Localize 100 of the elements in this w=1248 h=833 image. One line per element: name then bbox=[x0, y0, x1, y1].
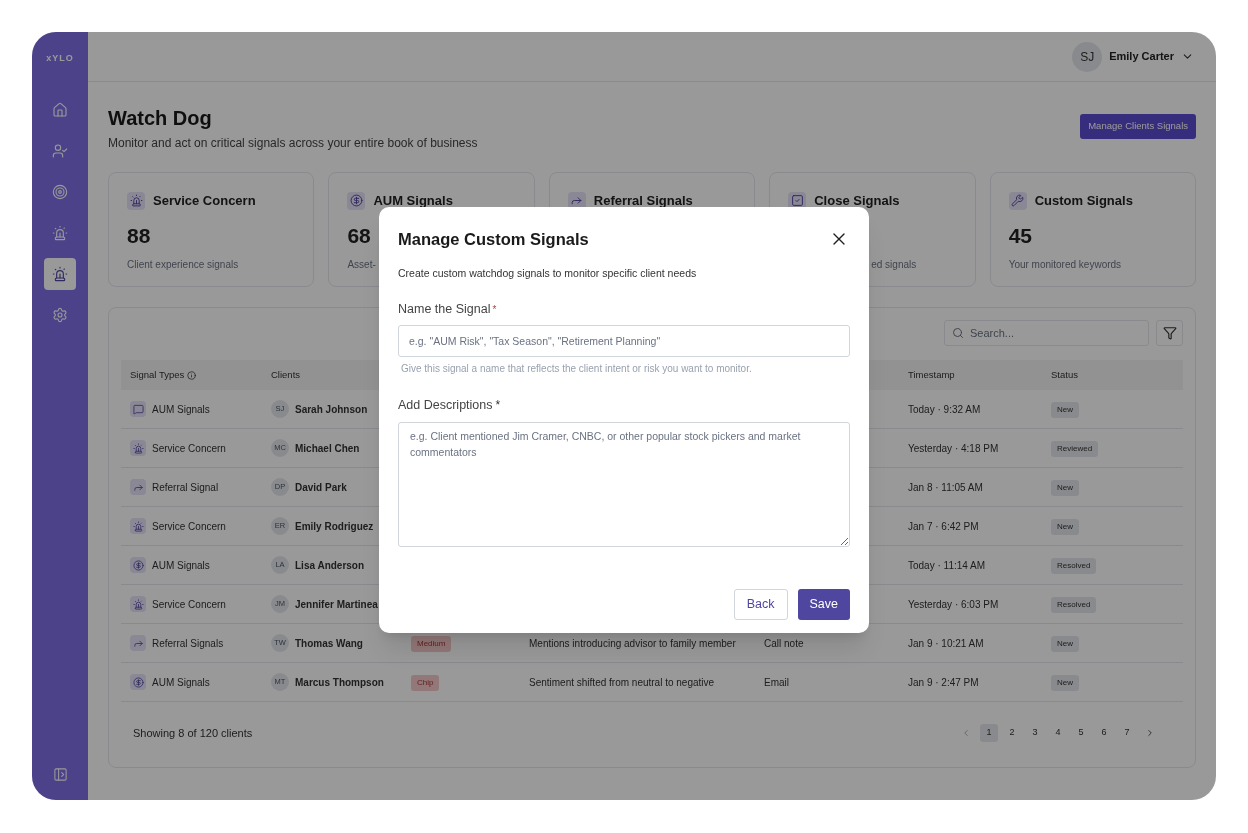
siren-icon bbox=[130, 440, 146, 456]
required-mark: * bbox=[492, 302, 497, 317]
page-subtitle: Monitor and act on critical signals across your entire book of business bbox=[108, 135, 478, 152]
status-badge: Resolved bbox=[1051, 557, 1097, 574]
target-icon bbox=[52, 183, 68, 200]
status-badge: New bbox=[1051, 635, 1079, 652]
card-title: Custom Signals bbox=[1034, 192, 1133, 210]
source-text: Email bbox=[764, 676, 789, 688]
signal-name-field[interactable]: e.g. "AUM Risk", "Tax Season", "Retirement Planning" bbox=[398, 325, 850, 358]
siren-icon bbox=[127, 191, 145, 210]
card-subtitle: Your monitored keywords bbox=[1008, 258, 1122, 270]
modal-title: Manage Custom Signals bbox=[398, 229, 589, 250]
description-field[interactable]: e.g. Client mentioned Jim Cramer, CNBC, or other popular stock pickers and market commentators bbox=[398, 422, 850, 547]
status-badge: New bbox=[1051, 674, 1079, 691]
card-subtitle: Asset- bbox=[347, 258, 376, 270]
status-badge: New bbox=[1051, 518, 1079, 535]
card-title: Referral Signals bbox=[593, 192, 693, 210]
signal-type: AUM Signals bbox=[152, 675, 210, 690]
priority-chip: Chip bbox=[411, 674, 440, 691]
filter-button[interactable] bbox=[1156, 320, 1183, 346]
client-name: Jennifer Martinea bbox=[295, 597, 378, 612]
siren-icon bbox=[52, 224, 68, 241]
status-badge: Reviewed bbox=[1051, 440, 1099, 457]
message-icon bbox=[130, 401, 146, 417]
card-title: Close Signals bbox=[814, 192, 900, 210]
card-value: 45 bbox=[1008, 222, 1032, 249]
page-button[interactable]: 1 bbox=[980, 724, 998, 742]
status-badge: New bbox=[1051, 479, 1079, 496]
modal-description: Create custom watchdog signals to monitor specific client needs bbox=[398, 265, 698, 281]
signal-type: Service Concern bbox=[152, 441, 226, 456]
timestamp: Today · 9:32 AM bbox=[908, 403, 981, 415]
dollar-icon bbox=[130, 674, 146, 690]
client-name: Michael Chen bbox=[295, 441, 360, 456]
page-button[interactable]: 5 bbox=[1072, 724, 1090, 742]
field-label: Add Descriptions bbox=[398, 397, 493, 415]
signal-type: Service Concern bbox=[152, 597, 226, 612]
wrench-icon bbox=[1008, 191, 1027, 210]
chevron-left-icon bbox=[961, 728, 971, 738]
timestamp: Yesterday · 4:18 PM bbox=[908, 442, 999, 454]
signal-type: Service Concern bbox=[152, 519, 226, 534]
signal-type: Referral Signal bbox=[152, 480, 219, 495]
filter-icon bbox=[1162, 326, 1177, 340]
chevron-right-icon bbox=[1145, 728, 1155, 738]
field-label: Name the Signal bbox=[398, 300, 491, 318]
timestamp: Today · 11:14 AM bbox=[908, 559, 986, 571]
priority-chip: Medium bbox=[411, 635, 452, 652]
column-header: Signal Types bbox=[130, 367, 185, 382]
client-name: Emily Rodriguez bbox=[295, 519, 374, 534]
siren-icon bbox=[52, 265, 68, 282]
signal-type: AUM Signals bbox=[152, 402, 210, 417]
column-header: Status bbox=[1051, 368, 1078, 380]
page-button[interactable]: 4 bbox=[1049, 724, 1067, 742]
timestamp: Jan 8 · 11:05 AM bbox=[908, 481, 983, 493]
timestamp: Jan 7 · 6:42 PM bbox=[908, 520, 979, 532]
back-button[interactable]: Back bbox=[733, 589, 788, 620]
client-name: Thomas Wang bbox=[295, 636, 363, 651]
source-text: Call note bbox=[764, 637, 804, 649]
card-subtitle: Client experience signals bbox=[127, 258, 239, 270]
timestamp: Jan 9 · 10:21 AM bbox=[908, 637, 984, 649]
client-name: Sarah Johnson bbox=[295, 402, 368, 417]
column-header: Timestamp bbox=[908, 368, 955, 380]
column-header: Clients bbox=[271, 368, 301, 380]
user-check-icon bbox=[52, 142, 68, 159]
search-field[interactable]: Search... bbox=[944, 320, 1149, 346]
info-icon bbox=[187, 370, 197, 380]
sidebar-item[interactable] bbox=[44, 257, 76, 290]
dollar-icon bbox=[130, 557, 146, 573]
card-subtitle: ed signals bbox=[871, 258, 917, 270]
page-button[interactable]: 3 bbox=[1026, 724, 1044, 742]
logo: xYLO bbox=[46, 52, 74, 65]
results-count: Showing 8 of 120 clients bbox=[133, 725, 253, 741]
status-badge: Resolved bbox=[1051, 596, 1097, 613]
dollar-icon bbox=[347, 191, 366, 210]
client-name: David Park bbox=[295, 480, 347, 495]
required-mark: * bbox=[495, 397, 501, 415]
page-button[interactable]: 6 bbox=[1095, 724, 1113, 742]
manage-signals-button[interactable]: Manage Clients Signals bbox=[1080, 114, 1196, 139]
signal-type: Referral Signals bbox=[152, 636, 224, 651]
signal-type: AUM Signals bbox=[152, 558, 210, 573]
search-icon bbox=[952, 327, 964, 339]
card-value: 68 bbox=[347, 222, 371, 249]
help-text: Give this signal a name that reflects the client intent or risk you want to monitor. bbox=[400, 362, 753, 377]
client-name: Marcus Thompson bbox=[295, 675, 384, 690]
page-title: Watch Dog bbox=[108, 106, 213, 130]
description-text: Mentions introducing advisor to family member bbox=[529, 637, 736, 649]
page-button[interactable]: 2 bbox=[1003, 724, 1021, 742]
siren-icon bbox=[130, 596, 146, 612]
card-value: 88 bbox=[127, 222, 151, 249]
description-text: Sentiment shifted from neutral to negative bbox=[529, 676, 715, 688]
siren-icon bbox=[130, 518, 146, 534]
home-icon bbox=[52, 101, 68, 118]
user-name: Emily Carter bbox=[1109, 49, 1174, 65]
settings-icon bbox=[52, 306, 68, 323]
save-button[interactable]: Save bbox=[797, 589, 850, 620]
panel-toggle-icon[interactable] bbox=[52, 767, 68, 782]
client-name: Lisa Anderson bbox=[295, 558, 365, 573]
page-button[interactable]: 7 bbox=[1118, 724, 1136, 742]
user-avatar: SJ bbox=[1072, 41, 1103, 72]
timestamp: Jan 9 · 2:47 PM bbox=[908, 676, 979, 688]
status-badge: New bbox=[1051, 401, 1079, 418]
